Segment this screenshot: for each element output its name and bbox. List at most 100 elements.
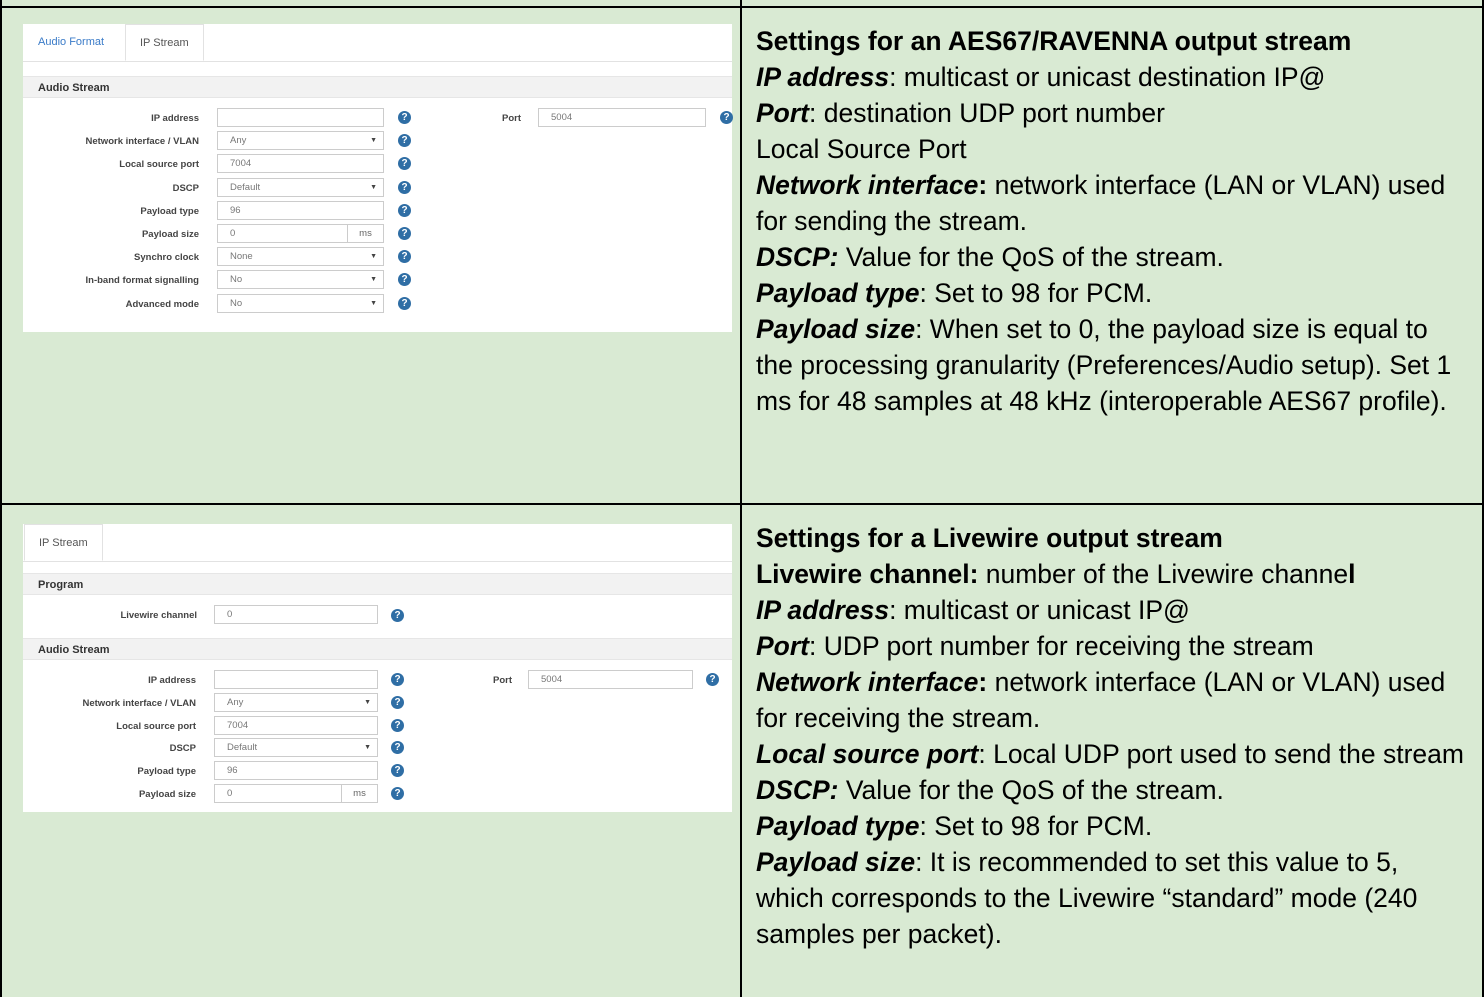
term-text: : Set to 98 for PCM.: [919, 811, 1153, 841]
dscp-value: Default: [230, 181, 261, 193]
livewire-channel-input[interactable]: 0: [214, 605, 378, 624]
payload-size-input[interactable]: 0 ms: [214, 784, 378, 803]
dscp-help-icon[interactable]: ?: [391, 741, 404, 755]
payload-type-help-icon[interactable]: ?: [391, 764, 404, 778]
port-input[interactable]: 5004: [528, 670, 693, 689]
ip-address-input[interactable]: [214, 670, 378, 689]
term-text: Value for the QoS of the stream.: [838, 242, 1224, 272]
advanced-mode-value: No: [230, 297, 243, 309]
local-source-port-input[interactable]: 7004: [214, 715, 378, 735]
network-interface-vlan-value: Any: [227, 696, 244, 708]
term-label: Local source port: [756, 739, 979, 769]
in-band-format-signalling-select[interactable]: No ▼: [217, 270, 384, 290]
dscp-label: DSCP: [172, 182, 199, 194]
tab-ip-stream[interactable]: IP Stream: [125, 24, 204, 61]
tab-ip-stream[interactable]: IP Stream: [24, 524, 103, 561]
network-interface-vlan-select[interactable]: Any ▼: [214, 692, 378, 712]
livewire-channel-label: Livewire channel: [120, 610, 197, 621]
local-source-port-value: 7004: [230, 158, 252, 170]
synchro-clock-label: Synchro clock: [134, 252, 199, 264]
dscp-select[interactable]: Default ▼: [217, 177, 384, 197]
local-source-port-value: 7004: [227, 719, 249, 731]
description-line: DSCP: Value for the QoS of the stream.: [756, 772, 1470, 808]
payload-size-label: Payload size: [138, 789, 196, 800]
in-band-format-signalling-value: No: [230, 274, 243, 286]
network-interface-vlan-help-icon[interactable]: ?: [398, 134, 411, 148]
local-source-port-help-icon[interactable]: ?: [398, 157, 411, 171]
term-label: l: [1348, 559, 1356, 589]
term-label: :: [978, 170, 988, 200]
term-text: number of the Livewire channe: [978, 559, 1349, 589]
term-text: : Set to 98 for PCM.: [919, 278, 1153, 308]
local-source-port-input[interactable]: 7004: [217, 154, 384, 174]
term-text: : multicast or unicast destination IP@: [889, 62, 1326, 92]
chevron-down-icon: ▼: [370, 183, 377, 191]
term-label: :: [978, 667, 988, 697]
payload-size-help-icon[interactable]: ?: [391, 787, 404, 800]
local-source-port-help-icon[interactable]: ?: [391, 718, 404, 732]
tab-bar: IP Stream: [23, 524, 732, 562]
livewire-settings-screenshot: IP Stream Program Livewire channel 0 ? A…: [23, 524, 732, 812]
payload-size-label: Payload size: [141, 229, 199, 240]
description-line: Port: UDP port number for receiving the …: [756, 628, 1470, 664]
tab-audio-format[interactable]: Audio Format: [24, 24, 118, 61]
synchro-clock-value: None: [230, 251, 253, 263]
payload-type-input[interactable]: 96: [214, 761, 378, 781]
term-label: Payload type: [756, 278, 920, 308]
description-line: DSCP: Value for the QoS of the stream.: [756, 239, 1470, 275]
table-border-left: [0, 0, 2, 997]
payload-type-input[interactable]: 96: [217, 200, 384, 220]
description-line: Payload type: Set to 98 for PCM.: [756, 275, 1470, 311]
description-line: Payload type: Set to 98 for PCM.: [756, 808, 1470, 844]
network-interface-vlan-value: Any: [230, 135, 247, 147]
term-label: Payload size: [756, 847, 916, 877]
chevron-down-icon: ▼: [364, 744, 371, 752]
network-interface-vlan-help-icon[interactable]: ?: [391, 695, 404, 709]
payload-size-help-icon[interactable]: ?: [398, 227, 411, 240]
payload-size-value: 0: [230, 228, 236, 239]
section-header-program: Program: [23, 573, 732, 595]
ip-address-input[interactable]: [217, 108, 384, 127]
local-source-port-label: Local source port: [116, 720, 196, 732]
in-band-format-signalling-help-icon[interactable]: ?: [398, 273, 411, 287]
term-label: Payload size: [756, 314, 916, 344]
description-line: IP address: multicast or unicast destina…: [756, 59, 1470, 95]
port-help-icon[interactable]: ?: [706, 673, 719, 686]
description-line: Payload size: When set to 0, the payload…: [756, 311, 1470, 419]
network-interface-vlan-select[interactable]: Any ▼: [217, 131, 384, 151]
network-interface-vlan-label: Network interface / VLAN: [82, 697, 197, 709]
aes67-description: Settings for an AES67/RAVENNA output str…: [756, 23, 1470, 419]
payload-size-value: 0: [227, 788, 233, 799]
term-text: : Local UDP port used to send the stream: [978, 739, 1464, 769]
dscp-help-icon[interactable]: ?: [398, 180, 411, 194]
synchro-clock-select[interactable]: None ▼: [217, 247, 384, 267]
chevron-down-icon: ▼: [370, 137, 377, 145]
payload-type-help-icon[interactable]: ?: [398, 203, 411, 217]
tab-bar: Audio Format IP Stream: [23, 24, 732, 62]
term-label: DSCP:: [756, 242, 839, 272]
term-label: IP address: [756, 595, 890, 625]
advanced-mode-select[interactable]: No ▼: [217, 293, 384, 313]
dscp-select[interactable]: Default ▼: [214, 738, 378, 758]
description-line: Local source port: Local UDP port used t…: [756, 736, 1470, 772]
port-input[interactable]: 5004: [538, 108, 706, 127]
port-help-icon[interactable]: ?: [720, 111, 733, 124]
ip-address-help-icon[interactable]: ?: [391, 673, 404, 686]
chevron-down-icon: ▼: [370, 276, 377, 284]
ip-address-help-icon[interactable]: ?: [398, 111, 411, 124]
chevron-down-icon: ▼: [370, 299, 377, 307]
term-label: Port: [756, 98, 809, 128]
description-line: Payload size: It is recommended to set t…: [756, 844, 1470, 952]
synchro-clock-help-icon[interactable]: ?: [398, 250, 411, 264]
payload-type-label: Payload type: [140, 205, 199, 217]
dscp-value: Default: [227, 742, 258, 754]
in-band-format-signalling-label: In-band format signalling: [85, 275, 199, 287]
chevron-down-icon: ▼: [370, 253, 377, 261]
aes67-settings-screenshot: Audio Format IP Stream Audio Stream IP a…: [23, 24, 733, 332]
description-line: IP address: multicast or unicast IP@: [756, 592, 1470, 628]
payload-size-input[interactable]: 0 ms: [217, 224, 384, 243]
term-label: Network interface: [756, 170, 979, 200]
unit-addon: ms: [347, 224, 383, 243]
livewire-channel-help-icon[interactable]: ?: [391, 609, 404, 622]
advanced-mode-help-icon[interactable]: ?: [398, 296, 411, 310]
